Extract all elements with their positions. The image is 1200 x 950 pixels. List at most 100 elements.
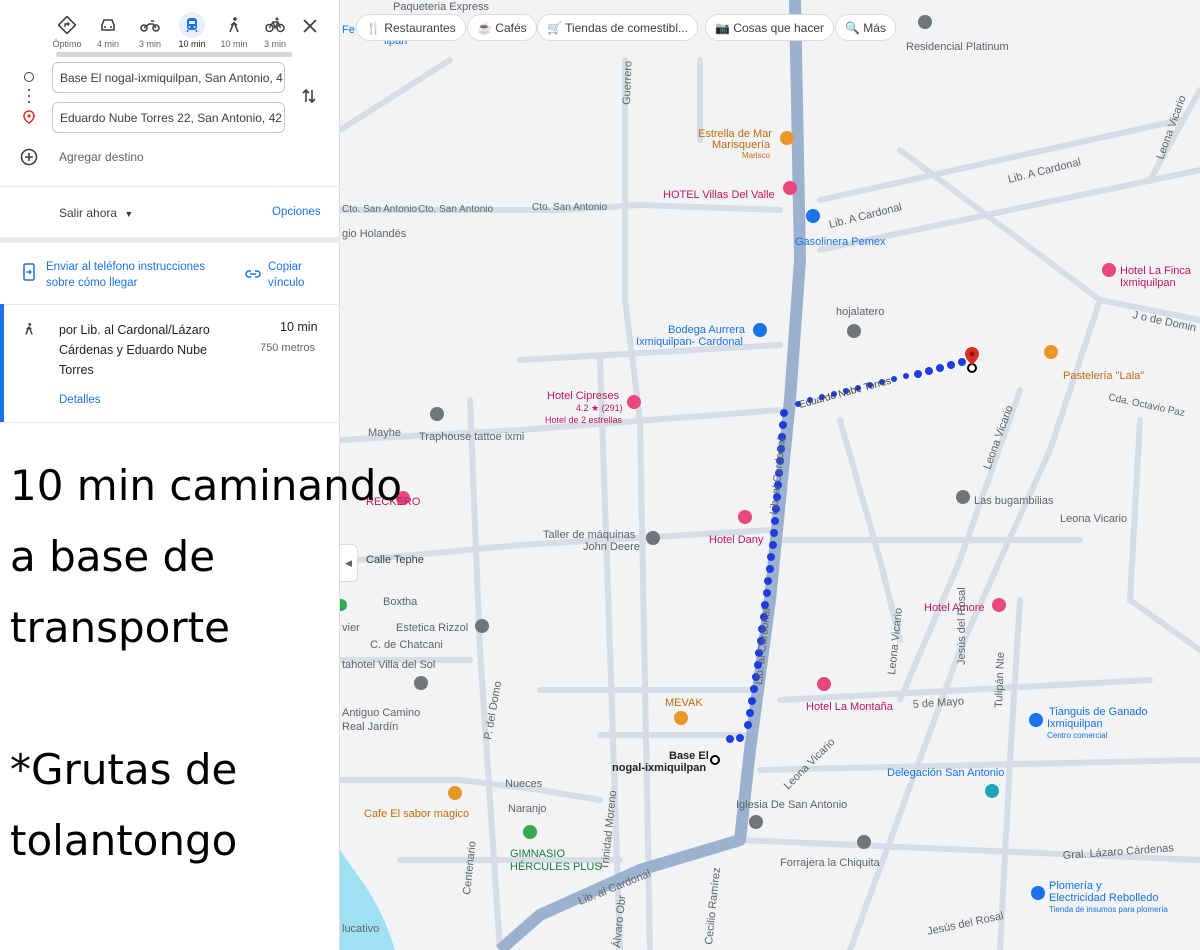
chip-things-to-do[interactable]: 📷 Cosas que hacer	[705, 14, 835, 41]
map-label: Hotel La Finca	[1120, 265, 1192, 277]
mode-motorcycle[interactable]: 3 min	[128, 12, 172, 49]
depart-label: Salir ahora	[59, 206, 118, 220]
add-destination-icon[interactable]	[20, 148, 38, 171]
depart-time-select[interactable]: Salir ahora ▼	[59, 206, 133, 220]
poi-pin-icon	[857, 835, 871, 849]
copy-link-button[interactable]: Copiar vínculo	[268, 259, 304, 291]
map-label: Forrajera la Chiquita	[780, 857, 881, 869]
map-label: Cto. San Antonio	[418, 204, 493, 215]
origin-marker	[710, 755, 720, 765]
church-pin-icon	[749, 815, 763, 829]
map-label: Mayhe	[368, 427, 401, 439]
chip-more[interactable]: 🔍 Más	[835, 14, 896, 41]
swap-icon[interactable]	[301, 87, 317, 110]
map-label: Hotel La Montaña	[806, 701, 894, 713]
map-label: Residencial Platinum	[906, 41, 1009, 53]
annotation-line	[10, 663, 530, 734]
map-label: Paqueteria Express	[393, 1, 489, 13]
send-to-phone-icon[interactable]	[22, 263, 36, 286]
origin-input[interactable]: Base El nogal-ixmiquilpan, San Antonio, …	[52, 62, 285, 93]
chip-label: Tiendas de comestibl...	[565, 21, 689, 35]
section-divider	[0, 237, 340, 243]
map-label: HOTEL Villas Del Valle	[663, 189, 775, 201]
map-label: Marisco	[742, 151, 771, 160]
mode-label: Óptimo	[52, 39, 82, 49]
mode-label: 3 min	[138, 39, 161, 49]
shop-pin-icon	[753, 323, 767, 337]
map-label: MEVAK	[665, 697, 703, 709]
map-label: hojalatero	[836, 306, 884, 318]
chip-groceries[interactable]: 🛒 Tiendas de comestibl...	[537, 14, 699, 41]
route-option[interactable]: por Lib. al Cardonal/Lázaro Cárdenas y E…	[0, 304, 340, 422]
chip-label: Más	[863, 21, 886, 35]
send-line: Enviar al teléfono instrucciones	[46, 261, 206, 273]
bicycle-icon	[262, 12, 288, 38]
annotation-text: 10 min caminando a base de transporte *G…	[10, 450, 530, 876]
add-destination-button[interactable]: Agregar destino	[59, 150, 144, 164]
map-label: Electricidad Rebolledo	[1049, 892, 1158, 904]
government-pin-icon	[985, 784, 999, 798]
hotel-pin-icon	[817, 677, 831, 691]
divider	[0, 422, 340, 423]
chip-cafes[interactable]: ☕ Cafés	[467, 14, 537, 41]
map-label: Jesús del Rosal	[956, 587, 968, 665]
mode-bicycle[interactable]: 3 min	[253, 12, 297, 49]
mode-label: 4 min	[96, 39, 119, 49]
map-label: Marisquería	[712, 139, 771, 151]
map-label: Tianguis de Ganado	[1049, 706, 1148, 718]
annotation-line: tolantongo	[10, 816, 238, 865]
restaurant-pin-icon	[1044, 345, 1058, 359]
map-label: Bodega Aurrera	[668, 324, 746, 336]
poi-pin-icon	[956, 490, 970, 504]
map-label: Hotel Dany	[709, 534, 764, 546]
map-label: Las bugambilias	[974, 495, 1054, 507]
cafe-pin-icon	[674, 711, 688, 725]
transit-icon	[179, 12, 205, 38]
walk-icon	[22, 320, 36, 343]
details-link[interactable]: Detalles	[59, 394, 101, 406]
destination-marker	[967, 363, 977, 373]
route-via-line: Cárdenas y Eduardo Nube	[59, 343, 208, 357]
motorcycle-icon	[137, 12, 163, 38]
map-label: Base El	[669, 750, 709, 762]
map-label: 4.2 ★ (291)	[576, 403, 623, 413]
map-label: Gasolinera Pemex	[795, 236, 886, 248]
options-button[interactable]: Opciones	[272, 206, 321, 218]
route-time: 10 min	[280, 320, 318, 334]
poi-pin-icon	[646, 531, 660, 545]
poi-pin-icon	[918, 15, 932, 29]
mode-walk[interactable]: 10 min	[212, 12, 256, 49]
poi-pin-icon	[847, 324, 861, 338]
send-line: sobre cómo llegar	[46, 277, 138, 289]
annotation-line: a base de	[10, 532, 216, 581]
map-label: Hotel de 2 estrellas	[545, 415, 623, 425]
map-label: Hotel Cipreses	[547, 390, 620, 402]
search-icon: 🔍	[845, 21, 860, 35]
annotation-line: 10 min caminando	[10, 461, 403, 510]
route-via-line: por Lib. al Cardonal/Lázaro	[59, 323, 210, 337]
map-label: Ixmiquilpan	[1120, 277, 1176, 289]
hotel-pin-icon	[738, 510, 752, 524]
map-label: Delegación San Antonio	[887, 767, 1004, 779]
map-label: Taller de máquinas	[543, 529, 636, 541]
close-icon[interactable]	[298, 14, 322, 38]
map-label: Hotel Amore	[924, 602, 985, 614]
mode-transit[interactable]: 10 min	[170, 12, 214, 49]
mode-best[interactable]: Óptimo	[45, 12, 89, 49]
shop-pin-icon	[1031, 886, 1045, 900]
mode-car[interactable]: 4 min	[86, 12, 130, 49]
dotted-connector	[28, 89, 30, 105]
send-to-phone-button[interactable]: Enviar al teléfono instrucciones sobre c…	[46, 259, 205, 291]
travel-modes: Óptimo 4 min 3 min 10 min 10 min 3 min	[0, 0, 340, 57]
divider	[0, 186, 340, 187]
poi-pin-icon	[430, 407, 444, 421]
chip-restaurants[interactable]: 🍴 Restaurantes	[356, 14, 466, 41]
link-icon[interactable]	[245, 266, 261, 284]
hotel-pin-icon	[783, 181, 797, 195]
map-label: Cto. San Antonio	[342, 204, 417, 215]
restaurant-icon: 🍴	[366, 21, 381, 35]
map-label: Guerrero	[621, 61, 635, 105]
map-label: Iglesia De San Antonio	[736, 799, 847, 811]
modes-scrollbar[interactable]	[56, 52, 292, 57]
destination-input[interactable]: Eduardo Nube Torres 22, San Antonio, 42	[52, 102, 285, 133]
